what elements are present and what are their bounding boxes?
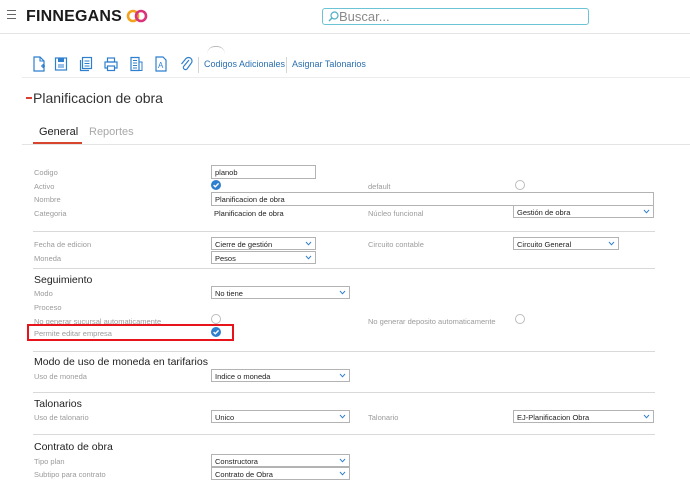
contrato-title: Contrato de obra <box>34 441 113 453</box>
moneda-select[interactable]: Pesos <box>211 251 316 264</box>
print-icon[interactable] <box>104 56 118 72</box>
no-generar-deposito-checkbox[interactable] <box>515 314 525 324</box>
fecha-edicion-value: Cierre de gestión <box>215 240 273 249</box>
asignar-talonarios-link[interactable]: Asignar Talonarios <box>292 59 366 69</box>
nombre-label: Nombre <box>34 195 61 204</box>
talonarios-title: Talonarios <box>34 398 82 410</box>
circuito-contable-label: Circuito contable <box>368 240 424 249</box>
codigo-field[interactable] <box>211 165 316 179</box>
uso-moneda-value: Indice o moneda <box>215 372 271 381</box>
uso-moneda-label: Uso de moneda <box>34 372 87 381</box>
nucleo-funcional-select[interactable]: Gestión de obra <box>513 205 654 218</box>
modo-value: No tiene <box>215 289 243 298</box>
section-divider <box>33 351 655 352</box>
page-title: Planificacion de obra <box>33 90 163 106</box>
svg-text:A: A <box>158 61 164 70</box>
uso-talonario-select[interactable]: Unico <box>211 410 350 423</box>
tab-general[interactable]: General <box>39 126 78 138</box>
loading-arc <box>207 46 225 54</box>
nucleo-funcional-label: Núcleo funcional <box>368 209 424 218</box>
chevron-down-icon <box>339 471 346 476</box>
tab-divider <box>22 144 690 145</box>
active-tab-indicator <box>33 142 82 144</box>
circuito-contable-select[interactable]: Circuito General <box>513 237 619 250</box>
toolbar-separator <box>198 57 199 73</box>
chevron-down-icon <box>339 458 346 463</box>
search-icon <box>328 11 339 22</box>
proceso-label: Proceso <box>34 303 62 312</box>
codigos-adicionales-link[interactable]: Codigos Adicionales <box>204 59 285 69</box>
nombre-field[interactable] <box>211 192 654 206</box>
default-label: default <box>368 182 391 191</box>
subtipo-contrato-select[interactable]: Contrato de Obra <box>211 467 350 480</box>
chevron-down-icon <box>305 255 312 260</box>
attachment-icon[interactable] <box>179 56 193 72</box>
activo-label: Activo <box>34 182 55 191</box>
brand-name[interactable]: FINNEGANS <box>26 8 122 26</box>
activo-checkbox[interactable] <box>211 180 221 190</box>
tipo-plan-select[interactable]: Constructora <box>211 454 350 467</box>
categoria-value: Planificacion de obra <box>214 209 284 218</box>
uso-moneda-select[interactable]: Indice o moneda <box>211 369 350 382</box>
talonario-value: EJ-Planificacion Obra <box>517 413 590 422</box>
chevron-down-icon <box>643 209 650 214</box>
search-input[interactable] <box>339 9 584 24</box>
copy-icon[interactable] <box>79 56 93 72</box>
modo-label: Modo <box>34 289 53 298</box>
section-divider <box>33 268 655 269</box>
circuito-contable-value: Circuito General <box>517 240 572 249</box>
save-icon[interactable] <box>54 56 68 72</box>
section-divider <box>33 392 655 393</box>
tipo-plan-label: Tipo plan <box>34 457 65 466</box>
no-generar-deposito-label: No generar deposito automaticamente <box>368 317 496 326</box>
uso-talonario-value: Unico <box>215 413 235 422</box>
section-divider <box>33 434 655 435</box>
modo-select[interactable]: No tiene <box>211 286 350 299</box>
chevron-down-icon <box>305 241 312 246</box>
toolbar-divider <box>22 77 690 78</box>
nucleo-funcional-value: Gestión de obra <box>517 208 571 217</box>
categoria-label: Categoria <box>34 209 67 218</box>
chevron-down-icon <box>339 414 346 419</box>
tab-reportes[interactable]: Reportes <box>89 126 134 138</box>
toolbar-separator <box>286 57 287 73</box>
moneda-label: Moneda <box>34 254 62 263</box>
talonario-label: Talonario <box>368 413 399 422</box>
modo-moneda-title: Modo de uso de moneda en tarifarios <box>34 356 208 368</box>
highlight-box <box>27 324 234 341</box>
chevron-down-icon <box>339 373 346 378</box>
list-document-icon[interactable] <box>129 56 143 72</box>
text-document-icon[interactable]: A <box>154 56 168 72</box>
menu-icon[interactable] <box>7 10 16 19</box>
brand-logo-icon <box>126 9 148 23</box>
top-bar: FINNEGANS <box>0 0 690 34</box>
fecha-edicion-select[interactable]: Cierre de gestión <box>211 237 316 250</box>
seguimiento-title: Seguimiento <box>34 274 93 286</box>
chevron-down-icon <box>339 290 346 295</box>
search-box[interactable] <box>322 8 589 25</box>
talonario-select[interactable]: EJ-Planificacion Obra <box>513 410 654 423</box>
default-checkbox[interactable] <box>515 180 525 190</box>
new-document-icon[interactable] <box>32 56 46 72</box>
codigo-label: Codigo <box>34 168 58 177</box>
moneda-value: Pesos <box>215 254 236 263</box>
section-divider <box>33 231 655 232</box>
chevron-down-icon <box>643 414 650 419</box>
fecha-edicion-label: Fecha de edicion <box>34 240 92 249</box>
no-generar-sucursal-checkbox[interactable] <box>211 314 221 324</box>
tipo-plan-value: Constructora <box>215 457 258 466</box>
uso-talonario-label: Uso de talonario <box>34 413 89 422</box>
chevron-down-icon <box>608 241 615 246</box>
title-accent <box>26 97 32 99</box>
